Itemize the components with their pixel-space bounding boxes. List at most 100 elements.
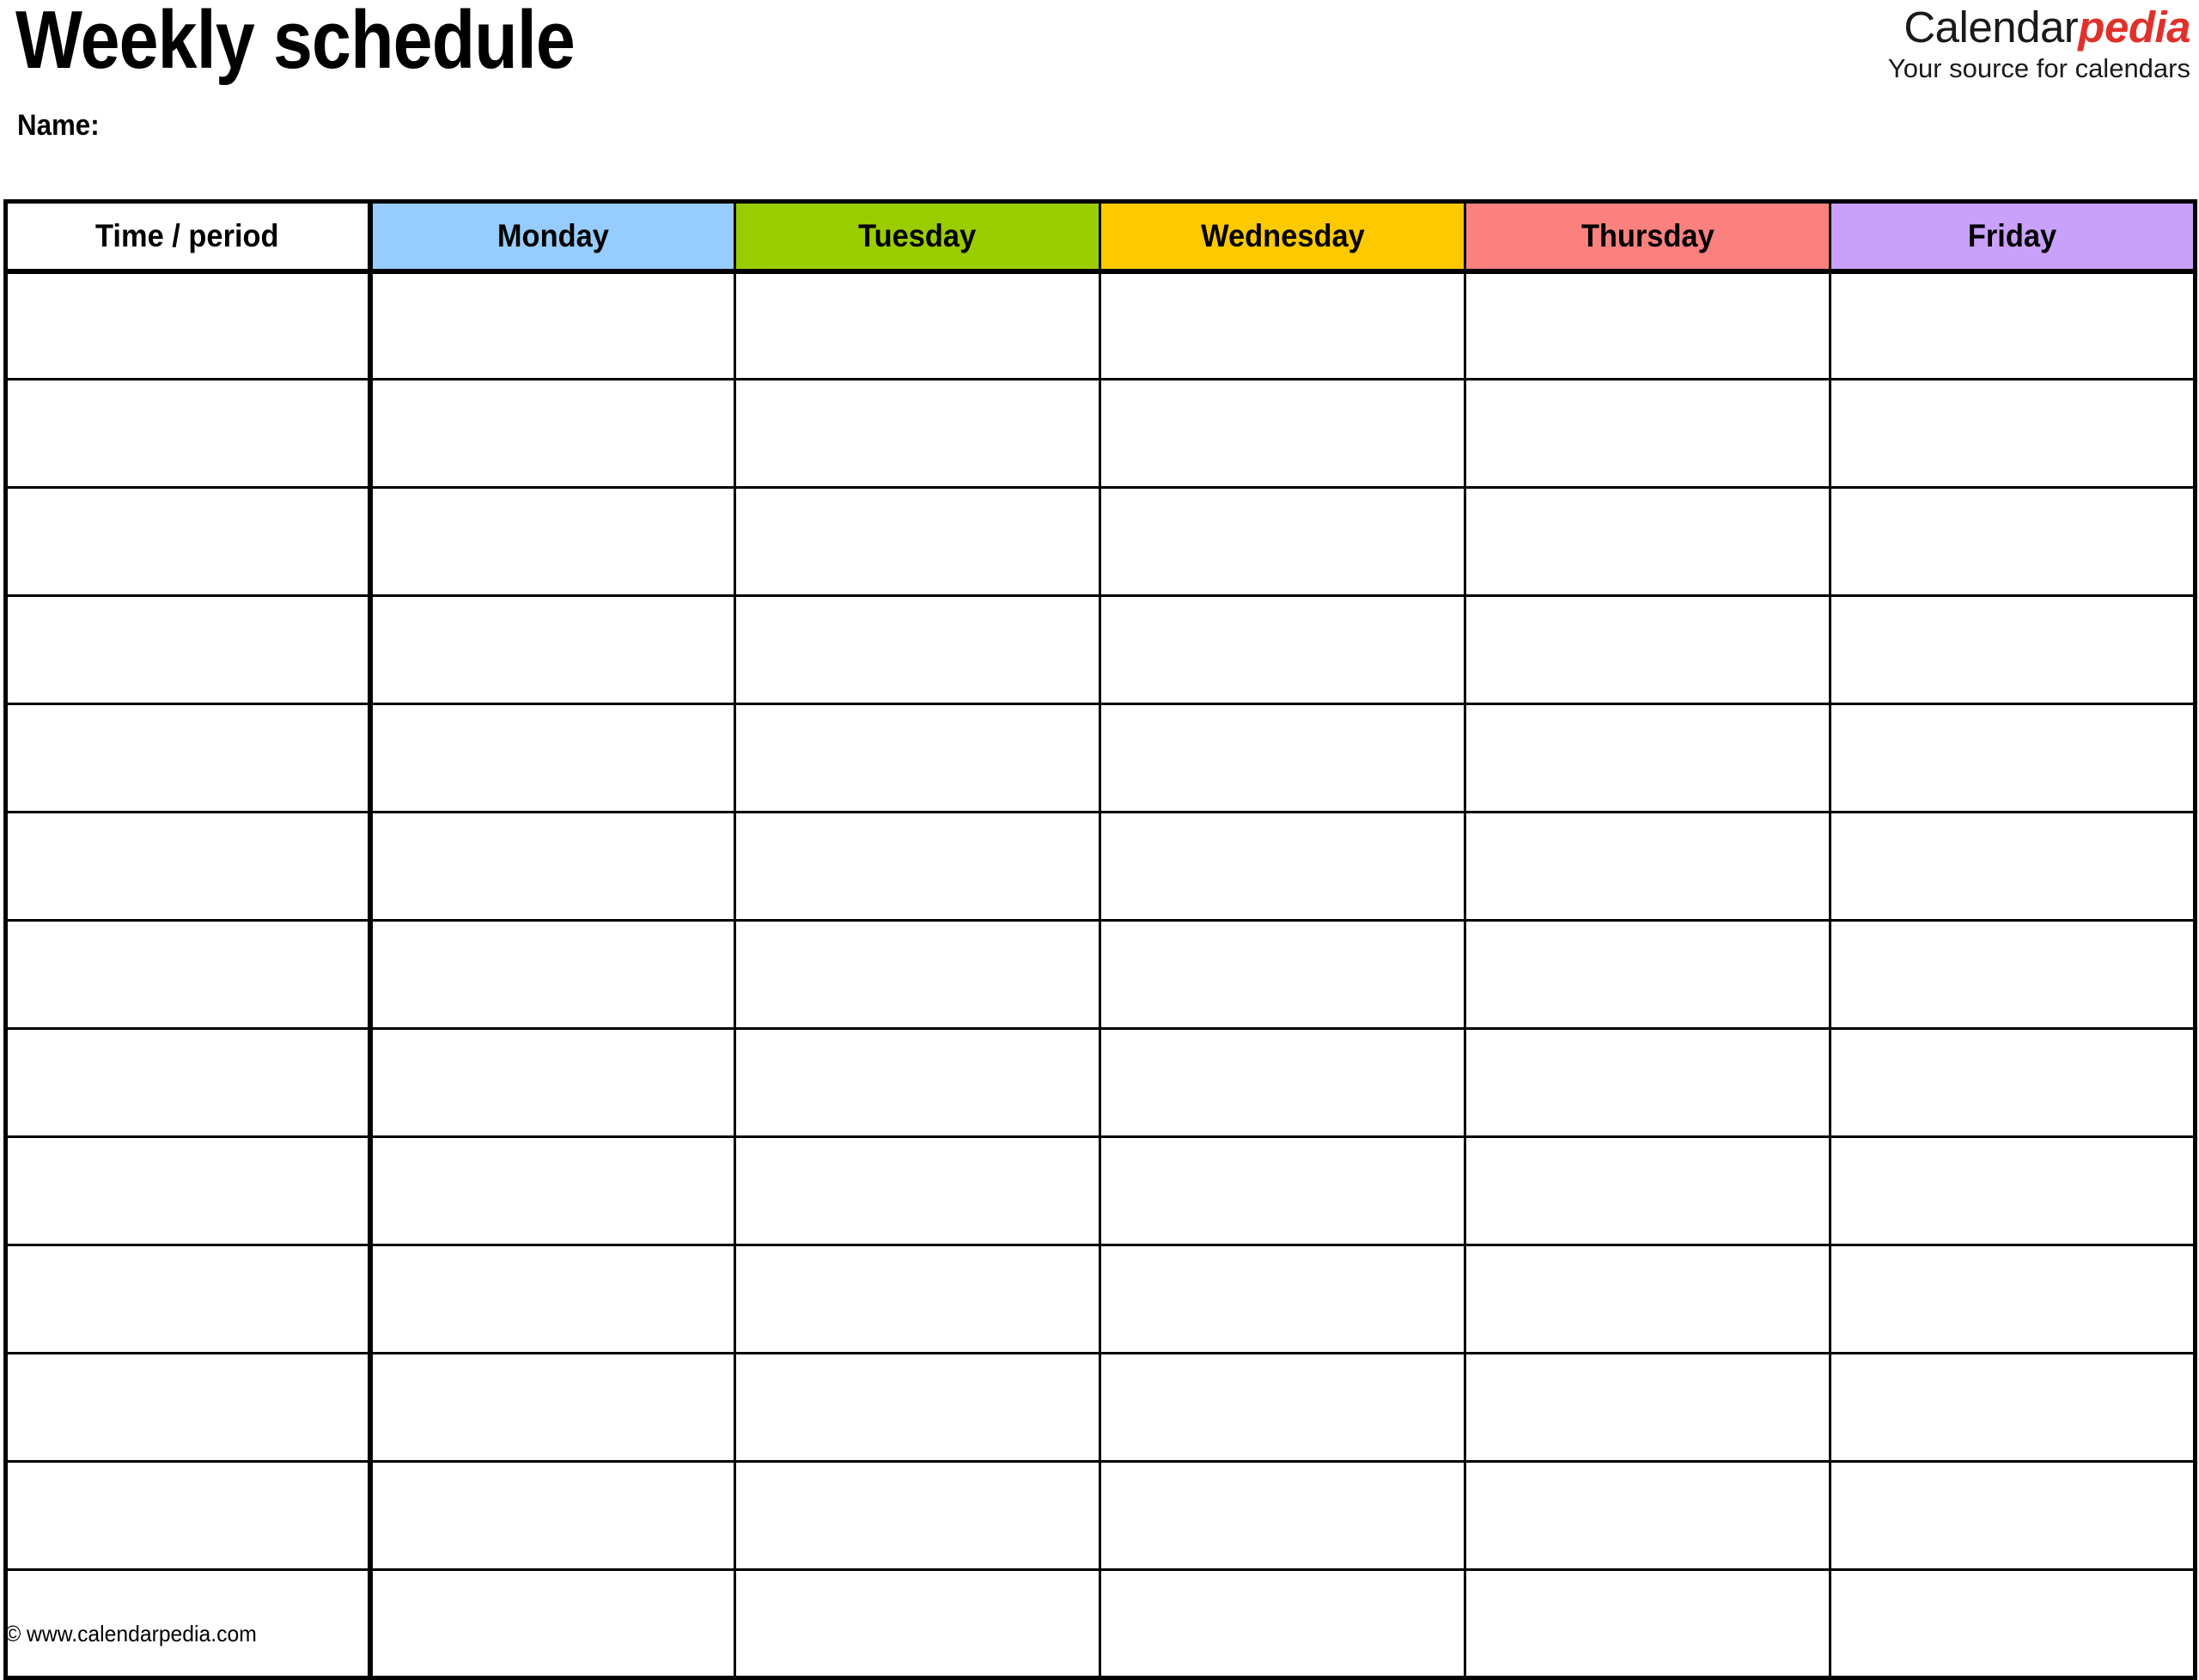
cell-monday[interactable] [369,1568,736,1678]
cell-thursday[interactable] [1465,271,1831,380]
cell-wednesday[interactable] [1100,594,1466,704]
cell-tuesday[interactable] [734,1027,1101,1137]
cell-time[interactable] [5,1352,373,1462]
cell-tuesday[interactable] [734,1568,1101,1678]
cell-wednesday[interactable] [1100,271,1466,380]
cell-tuesday[interactable] [734,594,1101,704]
cell-time[interactable] [5,1460,373,1570]
cell-tuesday[interactable] [734,1460,1101,1570]
cell-monday[interactable] [369,1352,736,1462]
cell-monday[interactable] [369,1027,736,1137]
cell-wednesday[interactable] [1100,378,1466,488]
column-header-thursday: Thursday [1465,201,1831,274]
cell-monday[interactable] [369,1460,736,1570]
cell-friday[interactable] [1830,1027,2196,1137]
cell-wednesday[interactable] [1100,1460,1466,1570]
cell-time[interactable] [5,594,373,704]
weekly-schedule-table: Time / period Monday Tuesday Wednesday Thurs… [3,199,2197,1680]
cell-tuesday[interactable] [734,919,1101,1029]
column-header-label: Time / period [95,217,280,253]
cell-wednesday[interactable] [1100,1027,1466,1137]
table-row [5,1244,2196,1354]
cell-wednesday[interactable] [1100,1568,1466,1678]
table-header: Time / period Monday Tuesday Wednesday Thurs… [5,201,2196,274]
cell-monday[interactable] [369,811,736,921]
cell-thursday[interactable] [1465,1352,1831,1462]
footer-copyright: © www.calendarpedia.com [5,1621,257,1647]
column-header-wednesday: Wednesday [1100,201,1466,274]
cell-monday[interactable] [369,594,736,704]
cell-monday[interactable] [369,919,736,1029]
cell-thursday[interactable] [1465,1568,1831,1678]
cell-monday[interactable] [369,378,736,488]
cell-monday[interactable] [369,1135,736,1245]
cell-wednesday[interactable] [1100,811,1466,921]
cell-friday[interactable] [1830,919,2196,1029]
weekly-schedule-table-wrapper: Time / period Monday Tuesday Wednesday Thurs… [3,199,2197,1680]
table-row [5,271,2196,380]
cell-monday[interactable] [369,271,736,380]
cell-tuesday[interactable] [734,1135,1101,1245]
cell-wednesday[interactable] [1100,919,1466,1029]
cell-wednesday[interactable] [1100,1352,1466,1462]
cell-friday[interactable] [1830,271,2196,380]
column-header-friday: Friday [1830,201,2196,274]
cell-time[interactable] [5,811,373,921]
cell-friday[interactable] [1830,1352,2196,1462]
page-title: Weekly schedule [15,0,576,86]
cell-monday[interactable] [369,1244,736,1354]
cell-thursday[interactable] [1465,594,1831,704]
cell-wednesday[interactable] [1100,1244,1466,1354]
cell-tuesday[interactable] [734,486,1101,596]
table-row [5,1027,2196,1137]
cell-monday[interactable] [369,486,736,596]
cell-tuesday[interactable] [734,703,1101,813]
cell-thursday[interactable] [1465,703,1831,813]
cell-time[interactable] [5,271,373,380]
cell-time[interactable] [5,703,373,813]
cell-thursday[interactable] [1465,1027,1831,1137]
cell-thursday[interactable] [1465,1460,1831,1570]
cell-thursday[interactable] [1465,486,1831,596]
cell-friday[interactable] [1830,703,2196,813]
table-row [5,1568,2196,1678]
cell-friday[interactable] [1830,811,2196,921]
cell-wednesday[interactable] [1100,1135,1466,1245]
column-header-label: Friday [1967,217,2057,253]
cell-time[interactable] [5,1027,373,1137]
cell-tuesday[interactable] [734,811,1101,921]
cell-tuesday[interactable] [734,1244,1101,1354]
cell-wednesday[interactable] [1100,486,1466,596]
cell-friday[interactable] [1830,378,2196,488]
table-row [5,919,2196,1029]
cell-friday[interactable] [1830,1135,2196,1245]
cell-thursday[interactable] [1465,378,1831,488]
table-header-row: Time / period Monday Tuesday Wednesday Thurs… [5,201,2196,274]
table-row [5,1352,2196,1462]
cell-monday[interactable] [369,703,736,813]
cell-time[interactable] [5,486,373,596]
cell-tuesday[interactable] [734,1352,1101,1462]
cell-tuesday[interactable] [734,271,1101,380]
cell-friday[interactable] [1830,1568,2196,1678]
column-header-label: Monday [496,217,609,253]
cell-tuesday[interactable] [734,378,1101,488]
cell-thursday[interactable] [1465,1244,1831,1354]
brand-tagline: Your source for calendars [1887,53,2190,83]
column-header-label: Wednesday [1200,217,1365,253]
brand-word-pedia: pedia [2078,3,2190,52]
cell-time[interactable] [5,378,373,488]
cell-time[interactable] [5,1244,373,1354]
table-body [5,271,2196,1678]
cell-time[interactable] [5,1135,373,1245]
cell-friday[interactable] [1830,594,2196,704]
cell-wednesday[interactable] [1100,703,1466,813]
cell-thursday[interactable] [1465,919,1831,1029]
cell-time[interactable] [5,919,373,1029]
cell-thursday[interactable] [1465,811,1831,921]
cell-thursday[interactable] [1465,1135,1831,1245]
cell-friday[interactable] [1830,486,2196,596]
brand-wordmark: Calendarpedia [1888,3,2190,52]
cell-friday[interactable] [1830,1244,2196,1354]
cell-friday[interactable] [1830,1460,2196,1570]
